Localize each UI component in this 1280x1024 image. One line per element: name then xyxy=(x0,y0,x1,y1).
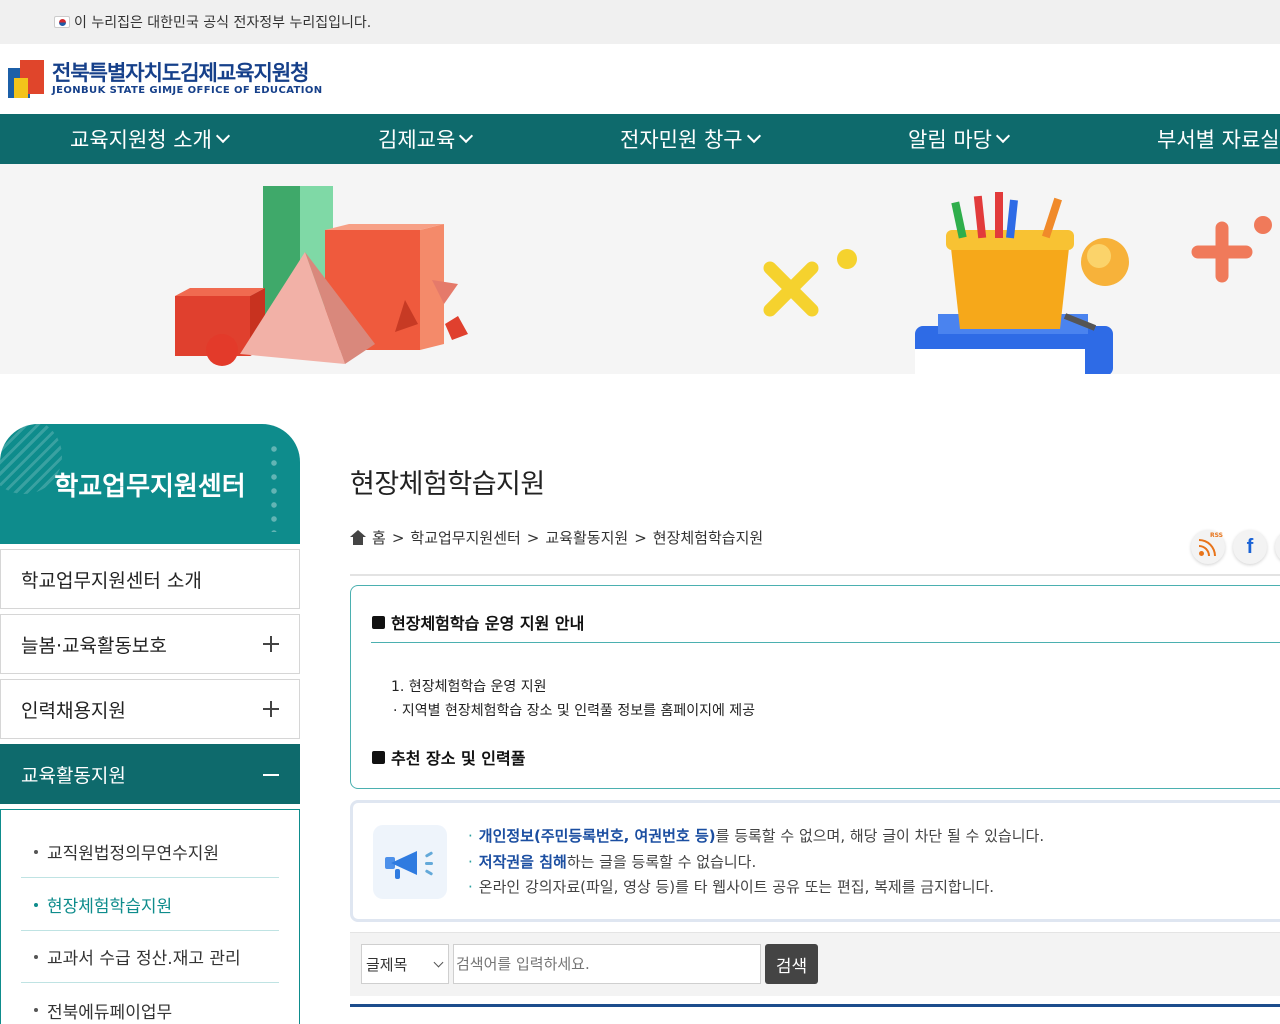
stripe-decoration xyxy=(0,424,62,494)
gov-banner: 이 누리집은 대한민국 공식 전자정부 누리집입니다. xyxy=(0,0,1280,44)
info-item: 1. 현장체험학습 운영 지원 xyxy=(391,679,547,695)
bullet: · xyxy=(468,853,473,871)
logo-english-name: JEONBUK STATE GIMJE OFFICE OF EDUCATION xyxy=(52,85,323,96)
nav-label: 교육지원청 소개 xyxy=(70,128,212,152)
facebook-share-button[interactable]: f xyxy=(1233,530,1267,564)
megaphone-icon xyxy=(373,825,447,899)
nav-item-gimje-education[interactable]: 김제교육 xyxy=(378,114,474,164)
chevron-down-icon xyxy=(459,128,474,144)
notice-text: 하는 글을 등록할 수 없습니다. xyxy=(566,853,757,871)
submenu-label: 교직원법정의무연수지원 xyxy=(47,844,220,864)
notice-text: 온라인 강의자료(파일, 영상 등)를 타 웹사이트 공유 또는 편집, 복제를… xyxy=(478,878,995,896)
plus-icon[interactable] xyxy=(263,701,279,717)
bullet: · xyxy=(468,827,473,845)
share-button-more[interactable] xyxy=(1275,530,1280,564)
section-rule xyxy=(371,642,1280,643)
chevron-down-icon xyxy=(995,128,1011,144)
table-top-border xyxy=(350,1004,1280,1007)
submenu-label: 현장체험학습지원 xyxy=(47,897,173,917)
sidebar-item-label: 늘봄·교육활동보호 xyxy=(21,634,167,657)
breadcrumb-home[interactable]: 홈 xyxy=(372,527,386,548)
logo-korean-name: 전북특별자치도김제교육지원청 xyxy=(52,61,309,85)
search-button[interactable]: 검색 xyxy=(765,944,818,984)
info-box: 현장체험학습 운영 지원 안내 1. 현장체험학습 운영 지원 · 지역별 현장… xyxy=(350,585,1280,789)
notice-text: 를 등록할 수 없으며, 해당 글이 차단 될 수 있습니다. xyxy=(715,827,1045,845)
square-bullet-icon xyxy=(372,615,385,629)
sidebar-header: 학교업무지원센터 xyxy=(0,424,300,544)
submenu-item-mandatory-training[interactable]: 교직원법정의무연수지원 xyxy=(21,826,279,878)
rss-icon: RSS xyxy=(1199,532,1223,556)
sidebar-item-center-intro[interactable]: 학교업무지원센터 소개 xyxy=(0,549,300,609)
nav-item-civil-service[interactable]: 전자민원 창구 xyxy=(620,114,761,164)
home-icon[interactable] xyxy=(350,529,366,546)
sidebar-item-label: 인력채용지원 xyxy=(21,699,126,722)
notice-line: · 개인정보(주민등록번호, 여권번호 등)를 등록할 수 없으며, 해당 글이 … xyxy=(468,825,1044,846)
submenu-label: 교과서 수급 정산.재고 관리 xyxy=(47,949,241,969)
nav-item-department-files[interactable]: 부서별 자료실 xyxy=(1157,114,1280,164)
sidebar-item-recruitment[interactable]: 인력채용지원 xyxy=(0,679,300,739)
notice-line: · 온라인 강의자료(파일, 영상 등)를 타 웹사이트 공유 또는 편집, 복제… xyxy=(468,876,994,897)
breadcrumb: 홈 > 학교업무지원센터 > 교육활동지원 > 현장체험학습지원 xyxy=(350,527,763,548)
nav-item-about[interactable]: 교육지원청 소개 xyxy=(70,114,230,164)
section-heading: 현장체험학습 운영 지원 안내 xyxy=(372,610,584,634)
notice-emphasis: 저작권을 침해 xyxy=(478,853,567,871)
korea-flag-icon xyxy=(54,16,70,28)
notice-emphasis: 개인정보(주민등록번호, 여권번호 등) xyxy=(478,827,716,845)
submenu-item-textbook[interactable]: 교과서 수급 정산.재고 관리 xyxy=(21,931,279,983)
site-logo[interactable]: 전북특별자치도김제교육지원청 JEONBUK STATE GIMJE OFFIC… xyxy=(8,58,323,100)
sidebar-item-label: 학교업무지원센터 소개 xyxy=(21,569,202,592)
breadcrumb-center[interactable]: 학교업무지원센터 xyxy=(410,527,520,548)
select-value: 글제목 xyxy=(366,955,408,974)
section-heading: 추천 장소 및 인력풀 xyxy=(372,745,525,769)
submenu-label: 전북에듀페이업무 xyxy=(47,1002,173,1023)
info-detail: · 지역별 현장체험학습 장소 및 인력풀 정보를 홈페이지에 제공 xyxy=(393,703,756,719)
breadcrumb-current: 현장체험학습지원 xyxy=(652,529,764,547)
main-nav: 교육지원청 소개 김제교육 전자민원 창구 알림 마당 부서별 자료실 xyxy=(0,114,1280,164)
nav-label: 부서별 자료실 xyxy=(1157,128,1280,152)
breadcrumb-separator: > xyxy=(391,528,405,547)
page-title: 현장체험학습지원 xyxy=(350,469,545,500)
hero-banner xyxy=(0,164,1280,374)
search-field-select[interactable]: 글제목 xyxy=(361,944,449,984)
chevron-down-icon xyxy=(746,128,761,144)
submenu-item-field-trip[interactable]: 현장체험학습지원 xyxy=(21,879,279,931)
sidebar-title: 학교업무지원센터 xyxy=(54,471,246,502)
search-input[interactable] xyxy=(453,944,761,984)
plus-icon[interactable] xyxy=(263,636,279,652)
sidebar-submenu: 교직원법정의무연수지원 현장체험학습지원 교과서 수급 정산.재고 관리 전북에… xyxy=(0,809,300,1024)
chevron-down-icon xyxy=(215,128,230,144)
nav-item-notices[interactable]: 알림 마당 xyxy=(908,114,1011,164)
section-heading-text: 추천 장소 및 인력풀 xyxy=(391,749,526,768)
sidebar-item-label: 교육활동지원 xyxy=(21,764,126,787)
nav-label: 알림 마당 xyxy=(908,128,992,152)
chevron-down-icon xyxy=(433,957,444,968)
sidebar-item-education-activity[interactable]: 교육활동지원 xyxy=(0,744,300,804)
banner-illustration xyxy=(175,186,1272,374)
facebook-icon: f xyxy=(1246,535,1254,558)
search-bar: 글제목 검색 xyxy=(350,932,1280,996)
bullet: · xyxy=(468,878,473,896)
posting-notice: · 개인정보(주민등록번호, 여권번호 등)를 등록할 수 없으며, 해당 글이 … xyxy=(350,800,1280,922)
dot-decoration xyxy=(270,442,278,532)
logo-emblem-icon xyxy=(8,58,46,100)
nav-label: 김제교육 xyxy=(378,128,456,152)
rss-label: RSS xyxy=(1210,532,1223,539)
content-divider xyxy=(350,574,1280,576)
submenu-item-edupay[interactable]: 전북에듀페이업무 xyxy=(21,984,279,1024)
breadcrumb-separator: > xyxy=(634,528,647,547)
nav-label: 전자민원 창구 xyxy=(620,128,743,152)
rss-button[interactable]: RSS xyxy=(1191,530,1225,564)
minus-icon[interactable] xyxy=(263,774,279,776)
sidebar-item-neulbom[interactable]: 늘봄·교육활동보호 xyxy=(0,614,300,674)
notice-line: · 저작권을 침해하는 글을 등록할 수 없습니다. xyxy=(468,851,756,872)
site-header: 전북특별자치도김제교육지원청 JEONBUK STATE GIMJE OFFIC… xyxy=(0,44,1280,114)
section-heading-text: 현장체험학습 운영 지원 안내 xyxy=(391,614,585,633)
breadcrumb-activity[interactable]: 교육활동지원 xyxy=(545,527,628,548)
breadcrumb-separator: > xyxy=(526,528,540,547)
gov-banner-text: 이 누리집은 대한민국 공식 전자정부 누리집입니다. xyxy=(74,15,372,31)
square-bullet-icon xyxy=(372,750,385,764)
